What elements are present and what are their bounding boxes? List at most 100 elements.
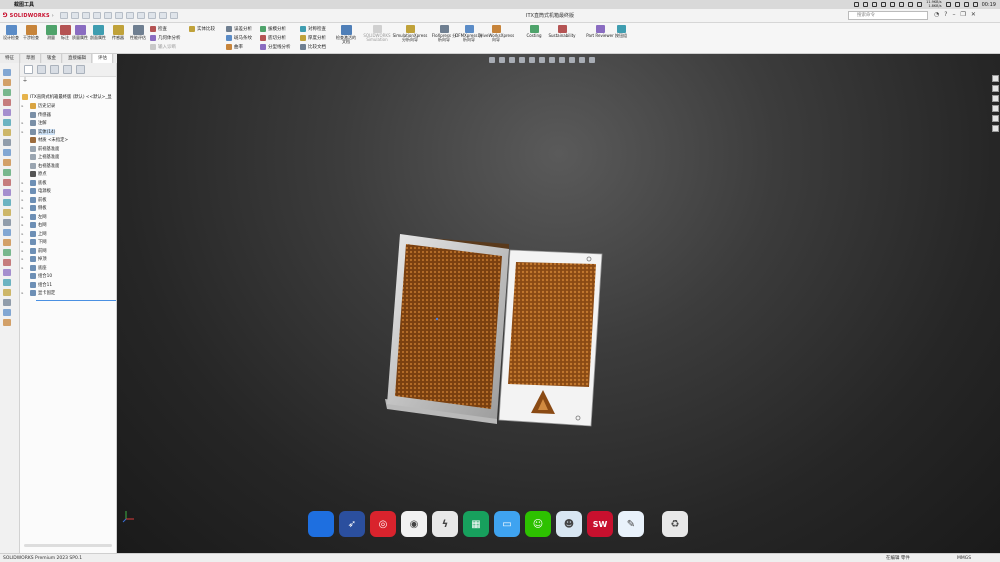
ribbon-small-button-12[interactable]: 比较文档: [300, 44, 326, 50]
rebuild-icon[interactable]: [148, 12, 156, 19]
control-center-icon[interactable]: [972, 2, 978, 7]
expand-caret-icon[interactable]: ▸: [20, 266, 25, 270]
left-strip-tool-icon[interactable]: [3, 199, 11, 206]
expand-caret-icon[interactable]: ▸: [20, 240, 25, 244]
ribbon-right-button-6[interactable]: Sustainability: [548, 25, 576, 38]
select-icon[interactable]: [137, 12, 145, 19]
left-strip-tool-icon[interactable]: [3, 259, 11, 266]
ribbon-small-button-1[interactable]: 几何体分析: [150, 35, 181, 41]
left-strip-tool-icon[interactable]: [3, 109, 11, 116]
expand-caret-icon[interactable]: ▸: [20, 198, 25, 202]
dock-avatar-app-icon[interactable]: ☻: [556, 511, 582, 537]
dimxpert-tab-icon[interactable]: [63, 65, 72, 74]
tree-root[interactable]: ITX直筒式机箱最终版 (默认) <<默认>_显: [22, 93, 112, 101]
search-commands-input[interactable]: 搜索命令: [848, 11, 928, 20]
save-icon[interactable]: [93, 12, 101, 19]
dock-solidworks-icon[interactable]: SW: [587, 511, 613, 537]
tree-item[interactable]: 前视基准面: [20, 145, 117, 153]
ribbon-small-button-3[interactable]: 实体比较: [189, 26, 215, 32]
expand-caret-icon[interactable]: ▸: [20, 257, 25, 261]
tree-item[interactable]: ▸ 上网: [20, 230, 117, 238]
left-strip-tool-icon[interactable]: [3, 129, 11, 136]
ribbon-right-button-4[interactable]: DriveWorksXpress 向导: [478, 25, 514, 43]
ribbon-small-button-0[interactable]: 检查: [150, 26, 167, 32]
tree-item[interactable]: ▸ 下网: [20, 238, 117, 246]
left-strip-tool-icon[interactable]: [3, 279, 11, 286]
ribbon-small-button-10[interactable]: 对称检查: [300, 26, 326, 32]
ribbon-button-7[interactable]: 性能评估: [130, 25, 146, 40]
ribbon-small-button-2[interactable]: 输入诊断: [150, 44, 176, 50]
left-strip-tool-icon[interactable]: [3, 99, 11, 106]
help-icon[interactable]: ?: [944, 11, 947, 18]
tree-item[interactable]: ▸ 左网: [20, 213, 117, 221]
tree-item[interactable]: ▸ 电源板: [20, 187, 117, 195]
model-render[interactable]: [117, 54, 1000, 553]
expand-caret-icon[interactable]: ▸: [20, 223, 25, 227]
left-strip-tool-icon[interactable]: [3, 239, 11, 246]
tree-item[interactable]: ▸ 右网: [20, 221, 117, 229]
tab-0[interactable]: 特征: [0, 54, 20, 63]
tree-item[interactable]: ▸ 实体(14): [20, 128, 117, 136]
tree-item[interactable]: 传感器: [20, 111, 117, 119]
left-strip-tool-icon[interactable]: [3, 289, 11, 296]
tree-item[interactable]: ▸ 显卡固定: [20, 289, 117, 297]
tab-3[interactable]: 直接编辑: [63, 54, 92, 63]
minimize-icon[interactable]: –: [952, 11, 955, 18]
tray-icon-1[interactable]: [854, 2, 860, 7]
solidworks-resources-icon[interactable]: [992, 75, 999, 82]
dock-trash-icon[interactable]: ♻: [662, 511, 688, 537]
left-strip-tool-icon[interactable]: [3, 319, 11, 326]
dock-launchpad-icon[interactable]: ➶: [339, 511, 365, 537]
ribbon-button-1[interactable]: 干涉检查: [23, 25, 39, 40]
tree-item[interactable]: ▸ 底板: [20, 179, 117, 187]
ribbon-small-button-6[interactable]: 曲率: [226, 44, 243, 50]
ribbon-right-button-5[interactable]: Costing: [520, 25, 548, 38]
configuration-manager-tab-icon[interactable]: [50, 65, 59, 74]
expand-caret-icon[interactable]: ▸: [20, 189, 25, 193]
left-strip-tool-icon[interactable]: [3, 179, 11, 186]
tree-item[interactable]: 材质 <未指定>: [20, 136, 117, 144]
left-strip-tool-icon[interactable]: [3, 309, 11, 316]
ribbon-small-button-4[interactable]: 误差分析: [226, 26, 252, 32]
bluetooth-icon[interactable]: [945, 2, 951, 7]
tray-icon-3[interactable]: [872, 2, 878, 7]
left-strip-tool-icon[interactable]: [3, 69, 11, 76]
tab-4[interactable]: 评估: [93, 54, 113, 63]
tree-item[interactable]: ▸ 前板: [20, 196, 117, 204]
tab-2[interactable]: 钣金: [42, 54, 62, 63]
left-strip-tool-icon[interactable]: [3, 119, 11, 126]
dock-desktop-icon[interactable]: [308, 511, 334, 537]
ribbon-right-button-1[interactable]: SimulationXpress 分析向导: [393, 25, 427, 43]
left-strip-tool-icon[interactable]: [3, 159, 11, 166]
view-palette-icon[interactable]: [992, 105, 999, 112]
filter-icon[interactable]: ⏚: [20, 77, 116, 85]
tree-item[interactable]: ▸ 历史记录: [20, 102, 117, 110]
new-document-icon[interactable]: [71, 12, 79, 19]
left-strip-tool-icon[interactable]: [3, 209, 11, 216]
ribbon-small-button-9[interactable]: 分型线分析: [260, 44, 291, 50]
feature-manager-tab-icon[interactable]: [24, 65, 33, 74]
tree-scrollbar[interactable]: [24, 544, 112, 547]
ribbon-button-6[interactable]: 传感器: [110, 25, 126, 40]
left-strip-tool-icon[interactable]: [3, 189, 11, 196]
left-strip-tool-icon[interactable]: [3, 79, 11, 86]
tree-item[interactable]: ▸ 掉顶: [20, 255, 117, 263]
home-icon[interactable]: [60, 12, 68, 19]
options-gear-icon[interactable]: [170, 12, 178, 19]
ribbon-right-button-0[interactable]: SOLIDWORKS Simulation: [362, 25, 392, 43]
dock-chrome-icon[interactable]: ◉: [401, 511, 427, 537]
ribbon-right-button-2[interactable]: FloXpress 分析向导: [430, 25, 458, 43]
dock-finder-folder-icon[interactable]: ▭: [494, 511, 520, 537]
expand-caret-icon[interactable]: ▸: [20, 130, 25, 134]
ribbon-small-button-5[interactable]: 斑马条纹: [226, 35, 252, 41]
property-manager-tab-icon[interactable]: [37, 65, 46, 74]
left-strip-tool-icon[interactable]: [3, 89, 11, 96]
tree-item[interactable]: ▸ 侧板: [20, 204, 117, 212]
expand-caret-icon[interactable]: ▸: [20, 104, 25, 108]
expand-caret-icon[interactable]: ▸: [20, 215, 25, 219]
restore-icon[interactable]: ❐: [960, 11, 965, 18]
dock-netease-music-icon[interactable]: ◎: [370, 511, 396, 537]
redo-icon[interactable]: [126, 12, 134, 19]
expand-caret-icon[interactable]: ▸: [20, 291, 25, 295]
user-icon[interactable]: ◔: [934, 11, 939, 18]
